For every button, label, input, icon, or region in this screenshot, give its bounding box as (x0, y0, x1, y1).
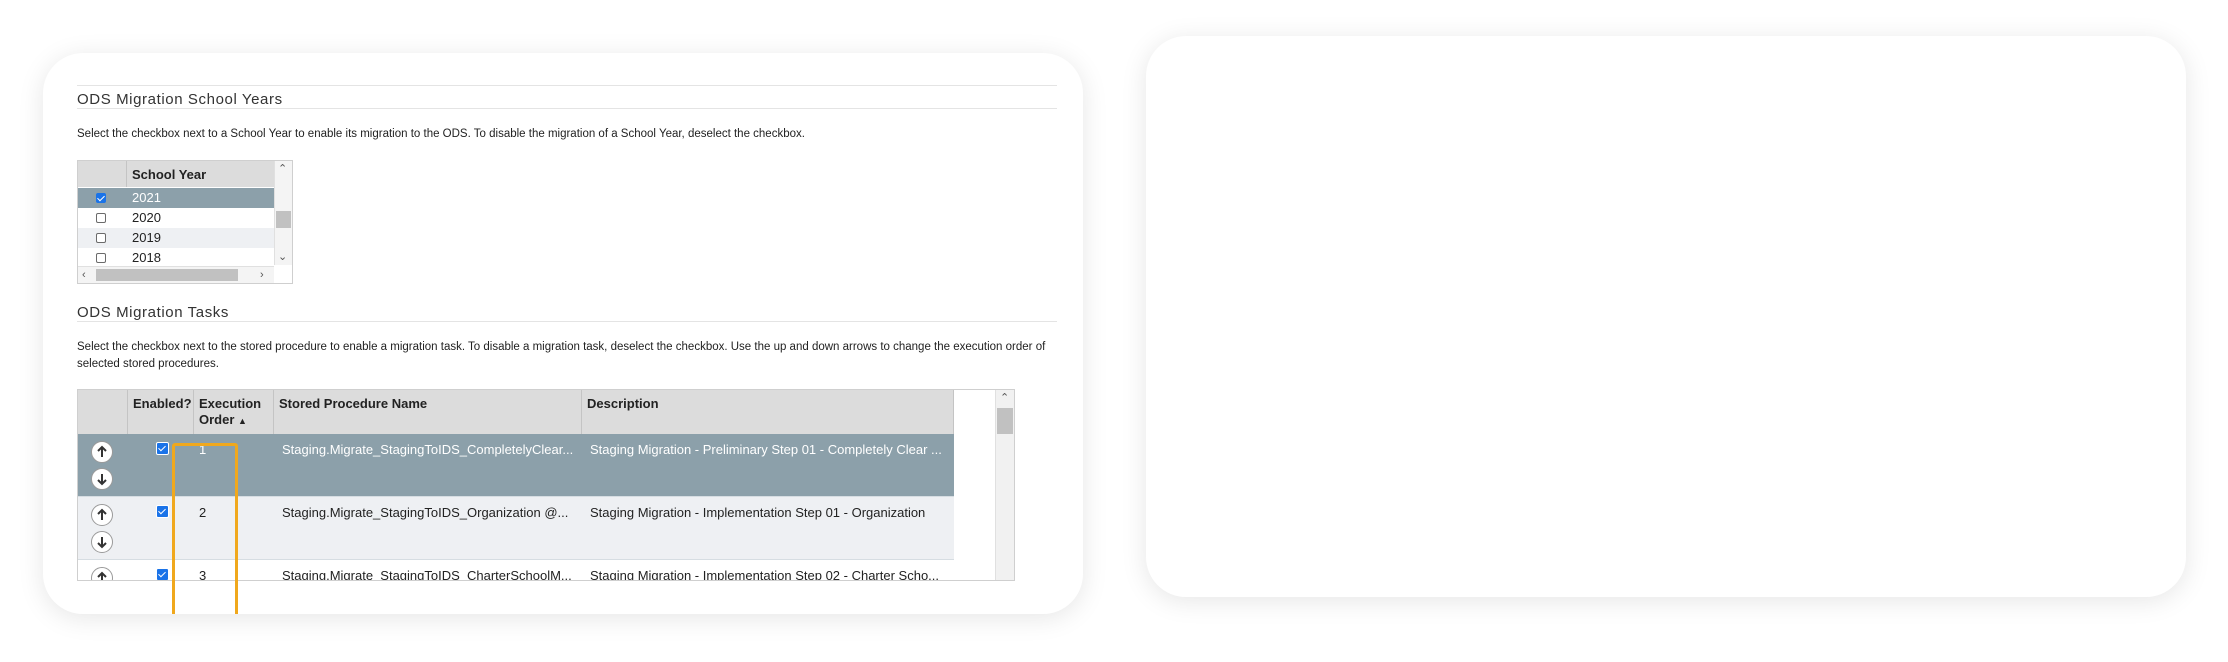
school-year-row[interactable]: 2019 (78, 228, 274, 248)
school-year-checkbox[interactable] (96, 213, 106, 223)
main-panel: ODS Migration School Years Select the ch… (43, 53, 1083, 614)
grid-header: Enabled? Execution Order ▲ Stored Procedu… (78, 390, 954, 434)
school-year-row[interactable]: 2021 (78, 188, 274, 208)
tasks-instructions: Select the checkbox next to the stored p… (77, 341, 1046, 370)
task-description: Staging Migration - Preliminary Step 01 … (590, 442, 942, 457)
scroll-up-icon[interactable]: ⌃ (1000, 392, 1009, 404)
procedure-name: Staging.Migrate_StagingToIDS_CompletelyC… (282, 442, 574, 457)
arrow-up-icon (97, 571, 107, 580)
enabled-checkbox[interactable] (156, 568, 169, 580)
school-year-checkbox[interactable] (96, 233, 106, 243)
arrow-up-icon (97, 445, 107, 457)
task-description: Staging Migration - Implementation Step … (590, 568, 940, 581)
grid-header: School Year (78, 161, 274, 187)
scroll-thumb[interactable] (276, 211, 291, 228)
procedure-column-header[interactable]: Stored Procedure Name (274, 390, 582, 434)
empty-panel (1146, 36, 2186, 597)
school-year-checkbox[interactable] (96, 193, 106, 203)
sort-ascending-icon: ▲ (238, 416, 247, 426)
vertical-scrollbar[interactable]: ⌃ ⌄ (274, 161, 292, 265)
divider (77, 85, 1057, 86)
arrow-up-icon (97, 508, 107, 520)
school-year-value: 2020 (132, 210, 161, 225)
scroll-thumb[interactable] (96, 269, 238, 281)
scroll-right-icon[interactable]: › (260, 269, 264, 281)
enabled-column-highlight (172, 443, 238, 614)
procedure-name: Staging.Migrate_StagingToIDS_CharterScho… (282, 568, 572, 581)
enabled-checkbox[interactable] (156, 505, 169, 518)
procedure-name: Staging.Migrate_StagingToIDS_Organizatio… (282, 505, 569, 520)
school-years-instructions: Select the checkbox next to a School Yea… (77, 128, 805, 140)
school-year-grid[interactable]: School Year 2021 2020 2019 2018 ⌃ ⌄ ‹ › (77, 160, 293, 284)
school-years-title: ODS Migration School Years (77, 91, 283, 108)
scroll-down-icon[interactable]: ⌄ (278, 251, 287, 263)
execution-order-column-header[interactable]: Execution Order ▲ (194, 390, 274, 434)
checkbox-column-header (78, 161, 127, 187)
school-year-row[interactable]: 2018 (78, 248, 274, 268)
school-year-checkbox[interactable] (96, 253, 106, 263)
divider (77, 321, 1057, 322)
vertical-scrollbar[interactable]: ⌃ (995, 390, 1014, 580)
scroll-left-icon[interactable]: ‹ (82, 269, 86, 281)
arrow-down-icon (97, 474, 107, 486)
school-year-value: 2018 (132, 250, 161, 265)
enabled-checkbox[interactable] (156, 442, 169, 455)
school-year-row[interactable]: 2020 (78, 208, 274, 228)
divider (77, 108, 1057, 109)
arrow-down-icon (97, 537, 107, 549)
enabled-column-header[interactable]: Enabled? (128, 390, 194, 434)
move-up-button[interactable] (91, 441, 113, 463)
school-year-value: 2021 (132, 190, 161, 205)
scroll-up-icon[interactable]: ⌃ (278, 163, 287, 175)
horizontal-scrollbar[interactable]: ‹ › (78, 266, 274, 283)
scroll-thumb[interactable] (997, 408, 1013, 434)
school-year-column-header[interactable]: School Year (132, 167, 206, 182)
reorder-column-header (78, 390, 128, 434)
school-year-value: 2019 (132, 230, 161, 245)
move-up-button[interactable] (91, 567, 113, 580)
move-down-button[interactable] (91, 468, 113, 490)
description-column-header[interactable]: Description (582, 390, 954, 434)
move-down-button[interactable] (91, 531, 113, 553)
task-description: Staging Migration - Implementation Step … (590, 505, 926, 520)
move-up-button[interactable] (91, 504, 113, 526)
tasks-title: ODS Migration Tasks (77, 304, 230, 321)
